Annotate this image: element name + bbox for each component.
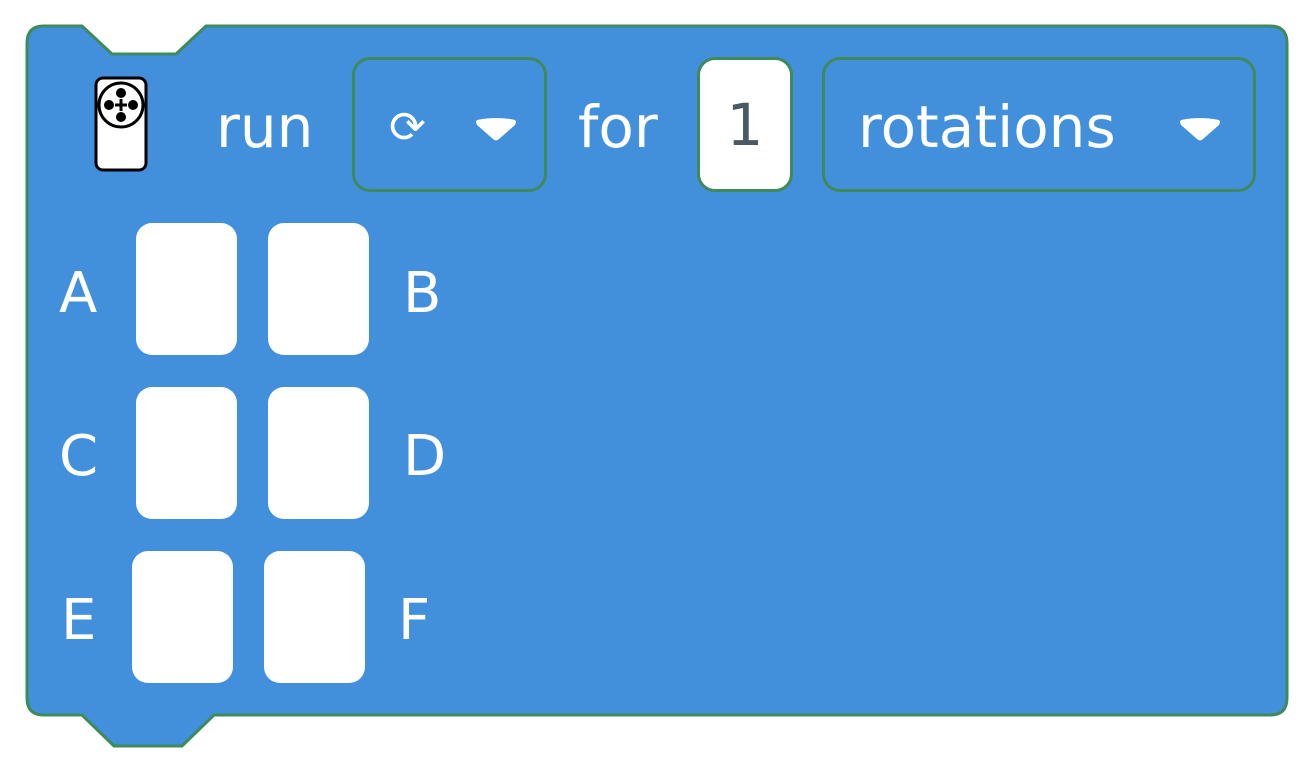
rotate-clockwise-icon: ⟳ xyxy=(389,102,426,153)
motor-hub-icon xyxy=(94,76,148,172)
port-label-a: A xyxy=(59,261,98,326)
port-e-toggle[interactable] xyxy=(132,551,233,683)
run-label: run xyxy=(216,93,314,161)
port-label-d: D xyxy=(403,424,447,489)
port-d-toggle[interactable] xyxy=(268,387,369,519)
port-a-toggle[interactable] xyxy=(136,223,237,355)
direction-dropdown[interactable]: ⟳ xyxy=(352,57,547,192)
units-dropdown-value: rotations xyxy=(858,93,1116,161)
port-label-c: C xyxy=(59,424,99,489)
caret-down-icon xyxy=(476,118,516,141)
port-label-f: F xyxy=(398,588,431,653)
port-b-toggle[interactable] xyxy=(268,223,369,355)
amount-input[interactable]: 1 xyxy=(697,57,793,192)
for-label: for xyxy=(578,93,658,161)
port-label-e: E xyxy=(61,588,97,653)
port-f-toggle[interactable] xyxy=(264,551,365,683)
motor-run-block-canvas: run ⟳ for 1 rotations A B C D E F xyxy=(0,0,1314,762)
port-c-toggle[interactable] xyxy=(136,387,237,519)
caret-down-icon xyxy=(1180,118,1220,141)
units-dropdown[interactable]: rotations xyxy=(822,57,1256,192)
port-label-b: B xyxy=(403,261,442,326)
